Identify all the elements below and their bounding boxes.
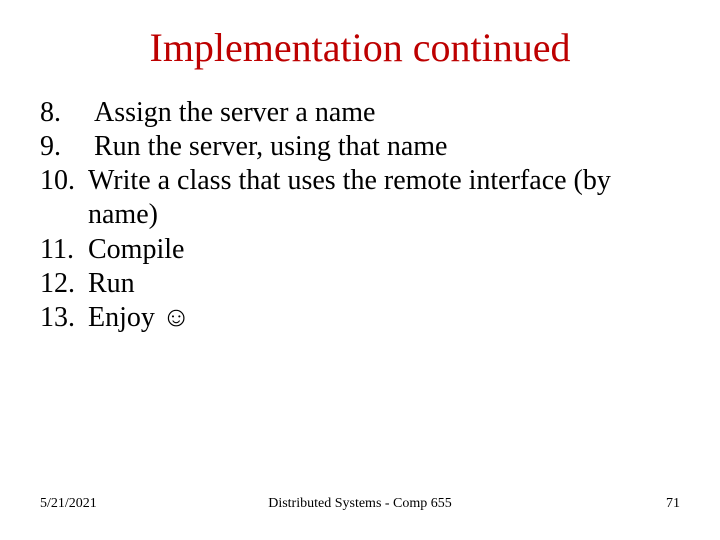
item-number: 8.	[40, 96, 94, 130]
list-item: 11. Compile	[40, 233, 680, 267]
item-number: 11.	[40, 233, 88, 267]
slide: Implementation continued 8. Assign the s…	[0, 0, 720, 540]
list-item: 13. Enjoy ☺	[40, 301, 680, 335]
item-number: 9.	[40, 130, 94, 164]
item-text: Run the server, using that name	[94, 130, 680, 164]
item-text: Write a class that uses the remote inter…	[88, 164, 680, 232]
list-item: 12. Run	[40, 267, 680, 301]
slide-title: Implementation continued	[0, 24, 720, 71]
item-number: 12.	[40, 267, 88, 301]
footer-center: Distributed Systems - Comp 655	[0, 496, 720, 512]
item-number: 13.	[40, 301, 88, 335]
item-text: Enjoy ☺	[88, 301, 680, 335]
list-item: 9. Run the server, using that name	[40, 130, 680, 164]
list-item: 10. Write a class that uses the remote i…	[40, 164, 680, 232]
slide-body: 8. Assign the server a name 9. Run the s…	[40, 96, 680, 335]
item-text: Compile	[88, 233, 680, 267]
item-number: 10.	[40, 164, 88, 198]
item-text: Assign the server a name	[94, 96, 680, 130]
item-text: Run	[88, 267, 680, 301]
list-item: 8. Assign the server a name	[40, 96, 680, 130]
